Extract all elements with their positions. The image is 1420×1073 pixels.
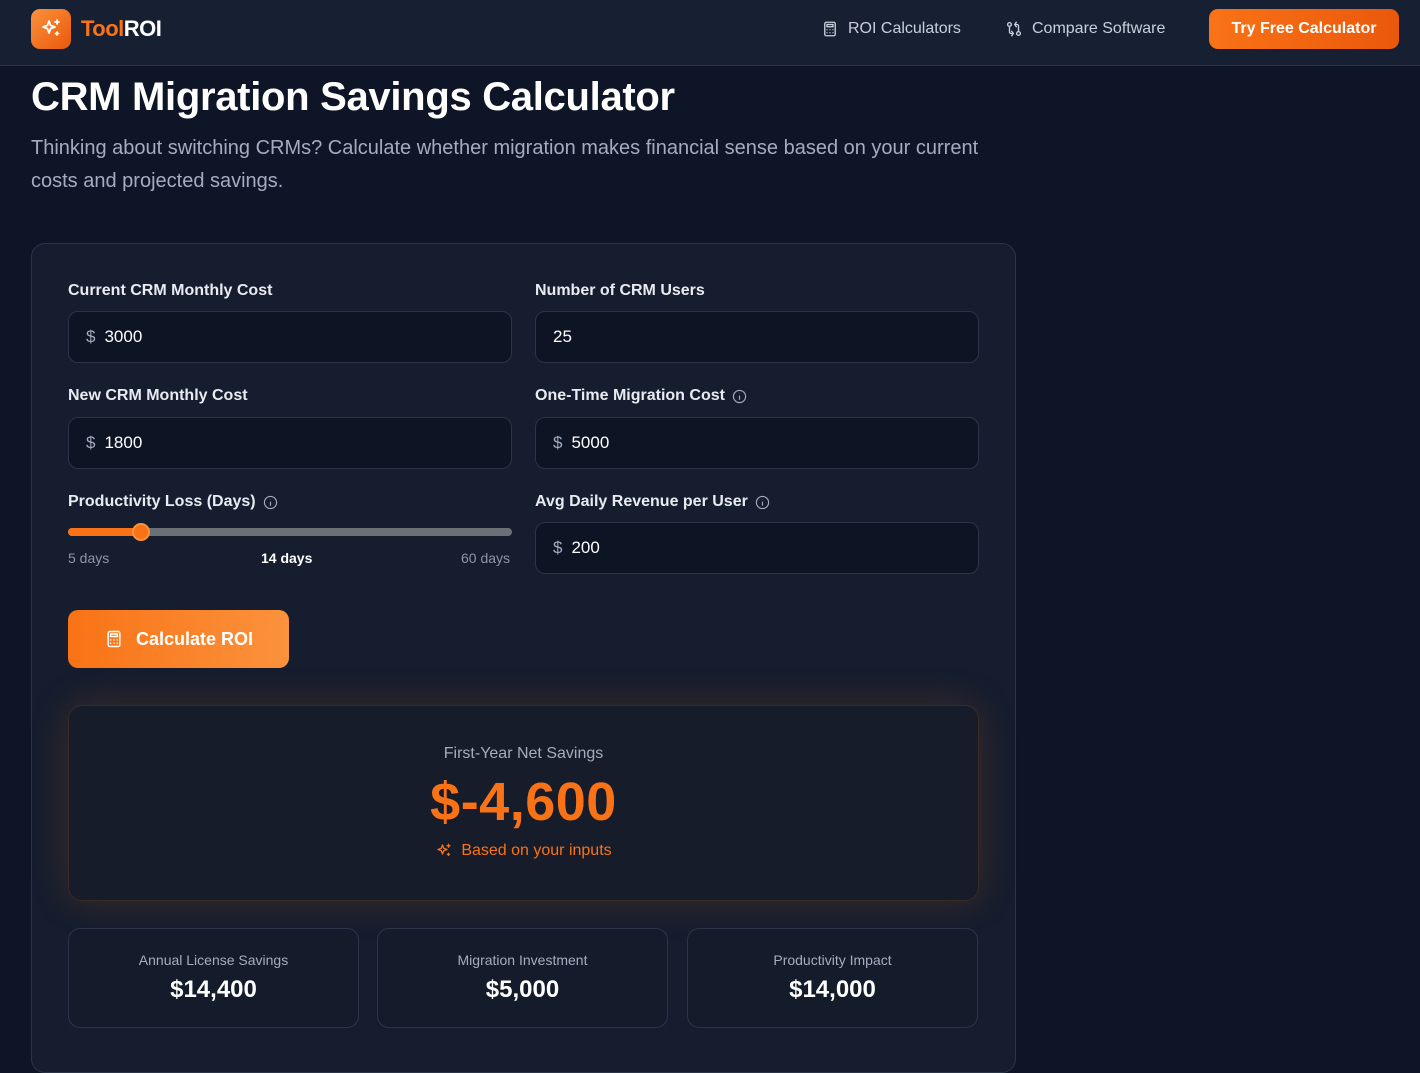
result-note-text: Based on your inputs: [461, 842, 612, 859]
brand-name-part2: ROI: [123, 16, 162, 41]
net-savings-value: $-4,600: [430, 772, 617, 832]
info-icon[interactable]: [755, 495, 770, 510]
compare-icon: [1005, 20, 1023, 38]
new-cost-label: New CRM Monthly Cost: [68, 386, 248, 406]
nav-link-roi-calculators[interactable]: ROI Calculators: [821, 18, 961, 40]
logo-icon[interactable]: [31, 9, 71, 49]
current-cost-label-text: Current CRM Monthly Cost: [68, 282, 273, 299]
brand-name-part1: Tool: [81, 16, 124, 41]
stat-label: Annual License Savings: [138, 952, 289, 968]
nav-link-label: ROI Calculators: [848, 20, 961, 37]
new-cost-value: 1800: [104, 433, 143, 452]
current-cost-input[interactable]: $ 3000: [68, 311, 512, 363]
current-cost-value: 3000: [104, 327, 143, 346]
current-cost-label: Current CRM Monthly Cost: [68, 281, 272, 301]
page-title: CRM Migration Savings Calculator: [31, 75, 675, 119]
sparkle-icon: [435, 842, 453, 860]
productivity-loss-label: Productivity Loss (Days): [68, 492, 278, 512]
calculator-icon: [821, 20, 839, 38]
slider-min-label: 5 days: [68, 550, 110, 566]
slider-max-label: 60 days: [461, 550, 511, 566]
info-icon[interactable]: [263, 495, 278, 510]
result-label: First-Year Net Savings: [443, 745, 604, 762]
new-cost-label-text: New CRM Monthly Cost: [68, 387, 248, 404]
daily-revenue-label: Avg Daily Revenue per User: [535, 492, 770, 512]
try-free-calculator-button[interactable]: Try Free Calculator: [1209, 9, 1399, 49]
stat-productivity-impact: Productivity Impact $14,000: [687, 928, 978, 1028]
stat-label: Migration Investment: [457, 952, 588, 968]
slider-current-label: 14 days: [261, 550, 313, 566]
migration-cost-label-text: One-Time Migration Cost: [535, 387, 725, 404]
info-icon[interactable]: [732, 389, 747, 404]
page-subtitle: Thinking about switching CRMs? Calculate…: [31, 137, 979, 192]
productivity-loss-label-text: Productivity Loss (Days): [68, 493, 256, 510]
nav-link-compare-software[interactable]: Compare Software: [1005, 18, 1165, 40]
stat-migration-investment: Migration Investment $5,000: [377, 928, 668, 1028]
stat-value: $14,000: [789, 976, 876, 1003]
stat-annual-license-savings: Annual License Savings $14,400: [68, 928, 359, 1028]
daily-revenue-value: 200: [571, 538, 600, 557]
dollar-prefix: $: [86, 327, 96, 346]
calculate-roi-label: Calculate ROI: [135, 628, 254, 649]
daily-revenue-input[interactable]: $ 200: [535, 522, 979, 574]
users-value: 25: [553, 327, 572, 346]
calculator-card: Current CRM Monthly Cost $ 3000 Number o…: [31, 243, 1016, 1073]
stat-value: $5,000: [485, 976, 560, 1003]
slider-thumb[interactable]: [131, 523, 150, 541]
migration-cost-label: One-Time Migration Cost: [535, 386, 747, 406]
dollar-prefix: $: [553, 433, 563, 452]
calculator-icon: [104, 629, 124, 649]
productivity-loss-slider[interactable]: [68, 523, 512, 541]
slider-fill: [68, 528, 141, 536]
users-label: Number of CRM Users: [535, 281, 705, 301]
nav-link-label: Compare Software: [1032, 20, 1166, 37]
migration-cost-value: 5000: [571, 433, 610, 452]
new-cost-input[interactable]: $ 1800: [68, 417, 512, 469]
daily-revenue-label-text: Avg Daily Revenue per User: [535, 493, 748, 510]
calculate-roi-button[interactable]: Calculate ROI: [68, 610, 289, 668]
users-label-text: Number of CRM Users: [535, 282, 705, 299]
result-note: Based on your inputs: [69, 842, 978, 860]
migration-cost-input[interactable]: $ 5000: [535, 417, 979, 469]
stat-value: $14,400: [170, 976, 257, 1003]
users-input[interactable]: 25: [535, 311, 979, 363]
stat-label: Productivity Impact: [773, 952, 892, 968]
brand-name[interactable]: ToolROI: [81, 16, 162, 42]
dollar-prefix: $: [553, 538, 563, 557]
dollar-prefix: $: [86, 433, 96, 452]
result-panel: First-Year Net Savings $-4,600 Based on …: [68, 705, 979, 901]
top-nav: ToolROI ROI Calculators Compare Software…: [0, 0, 1420, 66]
